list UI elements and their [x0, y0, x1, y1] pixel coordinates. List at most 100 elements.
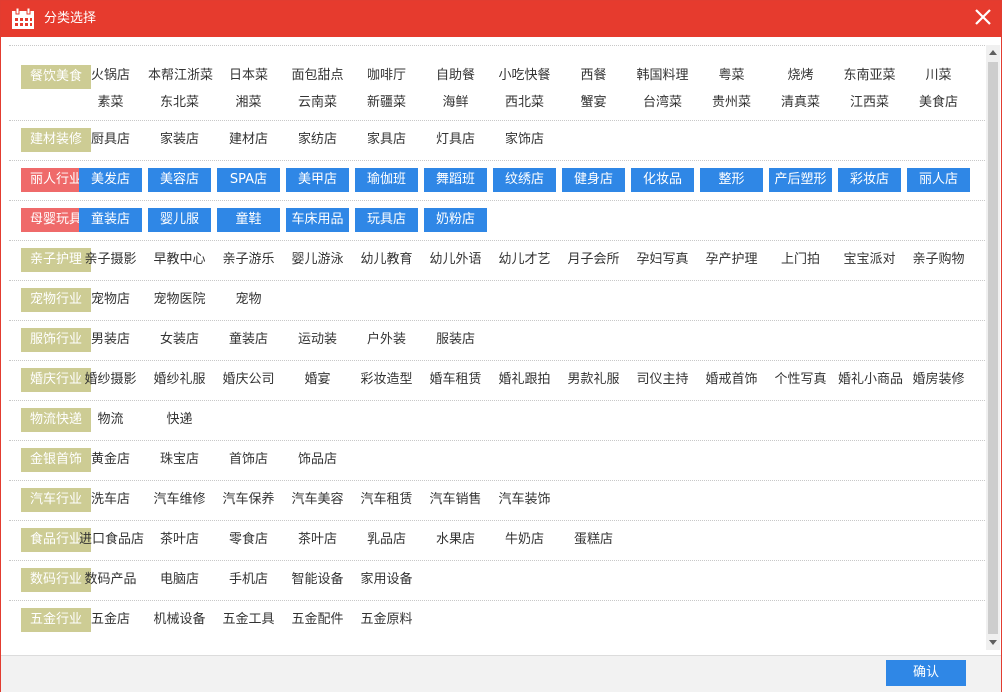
close-button[interactable] — [969, 3, 997, 31]
category-item[interactable]: 五金原料 — [355, 608, 418, 632]
category-item[interactable]: 洗车店 — [79, 488, 142, 512]
category-item[interactable]: 美甲店 — [286, 168, 349, 192]
category-item[interactable]: 咖啡厅 — [355, 64, 418, 88]
category-item[interactable]: 素菜 — [79, 91, 142, 115]
category-item[interactable]: 川菜 — [907, 64, 970, 88]
category-item[interactable]: 玩具店 — [355, 208, 418, 232]
category-item[interactable]: 海鲜 — [424, 91, 487, 115]
category-item[interactable]: 本帮江浙菜 — [148, 64, 213, 88]
category-item[interactable]: 亲子游乐 — [217, 248, 280, 272]
category-item[interactable]: 宠物 — [217, 288, 280, 312]
category-item[interactable]: 黄金店 — [79, 448, 142, 472]
category-item[interactable]: 亲子购物 — [907, 248, 970, 272]
category-item[interactable]: 婚房装修 — [907, 368, 970, 392]
category-item[interactable]: 亲子摄影 — [79, 248, 142, 272]
category-item[interactable]: 五金店 — [79, 608, 142, 632]
category-item[interactable]: 蛋糕店 — [562, 528, 625, 552]
category-item[interactable]: 家具店 — [355, 128, 418, 152]
category-item[interactable]: 火锅店 — [79, 64, 142, 88]
category-item[interactable]: 五金配件 — [286, 608, 349, 632]
category-item[interactable]: 婚车租赁 — [424, 368, 487, 392]
category-item[interactable]: 零食店 — [217, 528, 280, 552]
category-item[interactable]: 汽车维修 — [148, 488, 211, 512]
confirm-button[interactable]: 确认 — [886, 660, 966, 686]
category-item[interactable]: 新疆菜 — [355, 91, 418, 115]
category-item[interactable]: 家纺店 — [286, 128, 349, 152]
category-item[interactable]: 彩妆造型 — [355, 368, 418, 392]
category-item[interactable]: 化妆品 — [631, 168, 694, 192]
category-item[interactable]: 小吃快餐 — [493, 64, 556, 88]
category-item[interactable]: 面包甜点 — [286, 64, 349, 88]
category-item[interactable]: 家用设备 — [355, 568, 418, 592]
category-item[interactable]: 瑜伽班 — [355, 168, 418, 192]
category-item[interactable]: 童装店 — [217, 328, 280, 352]
category-item[interactable]: 宠物店 — [79, 288, 142, 312]
category-item[interactable]: 美食店 — [907, 91, 970, 115]
category-item[interactable]: 月子会所 — [562, 248, 625, 272]
category-item[interactable]: 婚宴 — [286, 368, 349, 392]
category-item[interactable]: 数码产品 — [79, 568, 142, 592]
category-item[interactable]: 运动装 — [286, 328, 349, 352]
category-item[interactable]: 建材店 — [217, 128, 280, 152]
category-item[interactable]: 自助餐 — [424, 64, 487, 88]
category-item[interactable]: 孕妇写真 — [631, 248, 694, 272]
category-item[interactable]: 婚戒首饰 — [700, 368, 763, 392]
category-item[interactable]: 美容店 — [148, 168, 211, 192]
category-item[interactable]: 整形 — [700, 168, 763, 192]
category-item[interactable]: 汽车租赁 — [355, 488, 418, 512]
category-item[interactable]: 贵州菜 — [700, 91, 763, 115]
category-item[interactable]: 婴儿游泳 — [286, 248, 349, 272]
category-item[interactable]: 健身店 — [562, 168, 625, 192]
vertical-scrollbar[interactable] — [986, 45, 1000, 650]
category-item[interactable]: 汽车美容 — [286, 488, 349, 512]
category-item[interactable]: 婚纱摄影 — [79, 368, 142, 392]
category-item[interactable]: 司仪主持 — [631, 368, 694, 392]
category-item[interactable]: 早教中心 — [148, 248, 211, 272]
category-item[interactable]: 五金工具 — [217, 608, 280, 632]
category-item[interactable]: 上门拍 — [769, 248, 832, 272]
scroll-down-arrow-icon[interactable] — [986, 634, 1000, 650]
category-item[interactable]: 宠物医院 — [148, 288, 211, 312]
category-item[interactable]: 饰品店 — [286, 448, 349, 472]
category-item[interactable]: 车床用品 — [286, 208, 349, 232]
category-item[interactable]: 西北菜 — [493, 91, 556, 115]
scroll-thumb[interactable] — [988, 62, 998, 634]
category-item[interactable]: 茶叶店 — [148, 528, 211, 552]
category-item[interactable]: 智能设备 — [286, 568, 349, 592]
category-item[interactable]: 进口食品店 — [79, 528, 144, 552]
category-item[interactable]: 汽车销售 — [424, 488, 487, 512]
category-item[interactable]: 厨具店 — [79, 128, 142, 152]
category-item[interactable]: 茶叶店 — [286, 528, 349, 552]
category-item[interactable]: 家饰店 — [493, 128, 556, 152]
category-item[interactable]: 奶粉店 — [424, 208, 487, 232]
category-item[interactable]: 粤菜 — [700, 64, 763, 88]
category-item[interactable]: 宝宝派对 — [838, 248, 901, 272]
category-item[interactable]: 乳品店 — [355, 528, 418, 552]
category-item[interactable]: 丽人店 — [907, 168, 970, 192]
category-item[interactable]: 物流 — [79, 408, 142, 432]
category-item[interactable]: 舞蹈班 — [424, 168, 487, 192]
category-item[interactable]: 牛奶店 — [493, 528, 556, 552]
category-item[interactable]: SPA店 — [217, 168, 280, 192]
category-item[interactable]: 烧烤 — [769, 64, 832, 88]
category-item[interactable]: 男款礼服 — [562, 368, 625, 392]
category-item[interactable]: 手机店 — [217, 568, 280, 592]
category-item[interactable]: 个性写真 — [769, 368, 832, 392]
category-item[interactable]: 西餐 — [562, 64, 625, 88]
category-item[interactable]: 童鞋 — [217, 208, 280, 232]
category-item[interactable]: 幼儿才艺 — [493, 248, 556, 272]
category-item[interactable]: 日本菜 — [217, 64, 280, 88]
category-item[interactable]: 灯具店 — [424, 128, 487, 152]
category-item[interactable]: 婚礼小商品 — [838, 368, 903, 392]
category-item[interactable]: 江西菜 — [838, 91, 901, 115]
category-item[interactable]: 服装店 — [424, 328, 487, 352]
scroll-up-arrow-icon[interactable] — [986, 45, 1000, 61]
category-item[interactable]: 电脑店 — [148, 568, 211, 592]
category-item[interactable]: 家装店 — [148, 128, 211, 152]
category-item[interactable]: 东北菜 — [148, 91, 211, 115]
category-item[interactable]: 机械设备 — [148, 608, 211, 632]
category-item[interactable]: 产后塑形 — [769, 168, 832, 192]
category-item[interactable]: 彩妆店 — [838, 168, 901, 192]
category-item[interactable]: 幼儿外语 — [424, 248, 487, 272]
category-item[interactable]: 户外装 — [355, 328, 418, 352]
